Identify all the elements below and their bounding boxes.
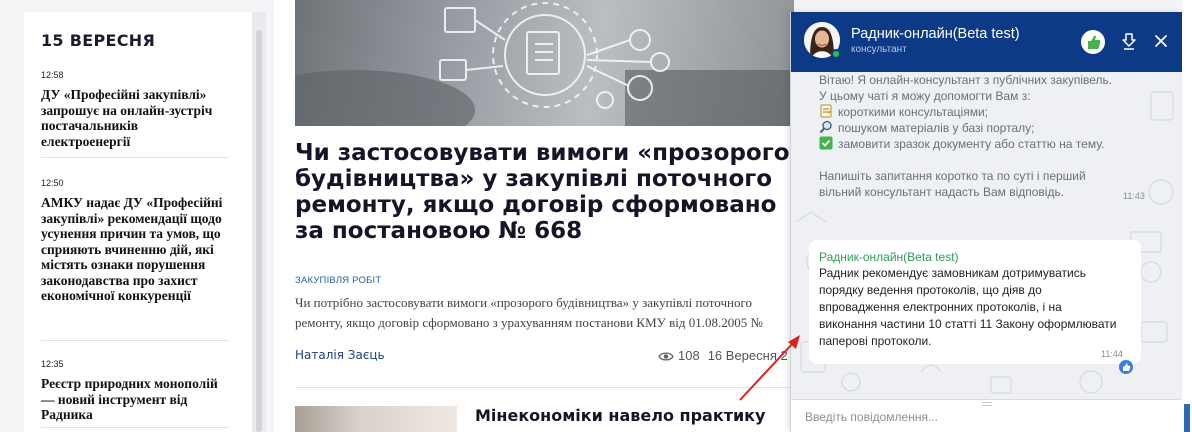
next-article-image[interactable] xyxy=(295,406,457,432)
chat-widget: Радник-онлайн(Beta test) консультант Віт… xyxy=(790,12,1182,432)
news-feed: 15 ВЕРЕСНЯ 12:58 ДУ «Професійні закупівл… xyxy=(24,12,252,432)
memo-icon xyxy=(820,104,832,118)
news-time: 12:58 xyxy=(41,70,64,80)
news-title[interactable]: Реєстр природних монополій — новий інстр… xyxy=(41,376,229,423)
chat-subtitle: консультант xyxy=(851,44,907,55)
article-divider xyxy=(295,387,790,388)
article-rubric[interactable]: ЗАКУПІВЛЯ РОБІТ xyxy=(295,275,381,286)
download-icon xyxy=(1122,33,1136,50)
welcome-line: Вітаю! Я онлайн-консультант з публічних … xyxy=(819,73,1113,87)
welcome-message: Вітаю! Я онлайн-консультант з публічних … xyxy=(809,72,1169,210)
article-meta: 108 16 Вересня 2 xyxy=(658,348,788,365)
page-edge-strip xyxy=(1182,0,1192,432)
consultant-reply-message: Радник-онлайн(Beta test) Радник рекоменд… xyxy=(809,240,1141,364)
article-author[interactable]: Наталія Заєць xyxy=(295,348,385,362)
article-headline[interactable]: Чи застосовувати вимоги «прозорого будів… xyxy=(295,140,790,244)
article-hero-image[interactable] xyxy=(295,0,794,126)
magnifier-icon xyxy=(819,120,832,134)
welcome-option: пошуком матеріалів у базі порталу; xyxy=(819,120,1034,136)
article-card: Чи застосовувати вимоги «прозорого будів… xyxy=(274,0,794,432)
message-like-button[interactable] xyxy=(1119,360,1133,374)
message-input-bar xyxy=(791,399,1182,432)
reply-sender-name: Радник-онлайн(Beta test) xyxy=(819,250,959,264)
side-tab-button[interactable] xyxy=(1184,404,1190,432)
chat-title: Радник-онлайн(Beta test) xyxy=(851,26,1020,42)
view-count: 108 xyxy=(678,348,700,363)
rate-chat-button[interactable] xyxy=(1081,30,1105,54)
news-separator xyxy=(41,427,229,428)
welcome-line: У цьому чаті я можу допомогти Вам з: xyxy=(819,89,1031,103)
close-icon xyxy=(1155,35,1167,47)
news-item[interactable]: 12:50 АМКУ надає ДУ «Професійні закупівл… xyxy=(41,157,229,304)
news-title[interactable]: ДУ «Професійні закупівлі» запрошує на он… xyxy=(41,87,229,149)
eye-icon xyxy=(658,350,674,365)
chat-messages[interactable]: Вітаю! Я онлайн-консультант з публічних … xyxy=(791,72,1182,399)
hero-illustration xyxy=(295,2,794,126)
chat-header: Радник-онлайн(Beta test) консультант xyxy=(791,12,1182,72)
next-article-headline[interactable]: Мінекономіки навело практику xyxy=(475,406,775,426)
article-lead: Чи потрібно застосовувати вимоги «прозор… xyxy=(295,295,763,330)
resize-grip-icon[interactable] xyxy=(982,402,992,406)
close-chat-button[interactable] xyxy=(1153,33,1169,49)
welcome-line: вільний консультант надасть Вам відповід… xyxy=(819,185,1065,199)
message-input[interactable] xyxy=(805,410,1165,424)
news-item[interactable]: 12:35 Реєстр природних монополій — новий… xyxy=(41,340,229,423)
welcome-option: замовити зразок документу або статтю на … xyxy=(819,136,1104,152)
news-item[interactable]: 12:58 ДУ «Професійні закупівлі» запрошує… xyxy=(41,70,229,149)
thumbs-up-icon xyxy=(1123,363,1131,371)
news-title[interactable]: АМКУ надає ДУ «Професійні закупівлі» рек… xyxy=(41,195,229,304)
download-chat-button[interactable] xyxy=(1121,32,1137,50)
message-timestamp: 11:43 xyxy=(1123,191,1145,201)
news-time: 12:50 xyxy=(41,178,64,188)
check-box-icon xyxy=(819,136,833,150)
sidebar-scrollbar-thumb[interactable] xyxy=(256,30,262,432)
thumbs-up-icon xyxy=(1088,35,1101,49)
welcome-option: короткими консультаціями; xyxy=(819,104,988,120)
article-date: 16 Вересня 2 xyxy=(707,348,788,363)
news-time: 12:35 xyxy=(41,359,64,369)
reply-text: Радник рекомендує замовникам дотримувати… xyxy=(819,266,1117,348)
news-date-heading: 15 ВЕРЕСНЯ xyxy=(41,31,156,50)
online-status-icon xyxy=(831,49,841,59)
welcome-line: Напишіть запитання коротко та по суті і … xyxy=(819,169,1086,183)
